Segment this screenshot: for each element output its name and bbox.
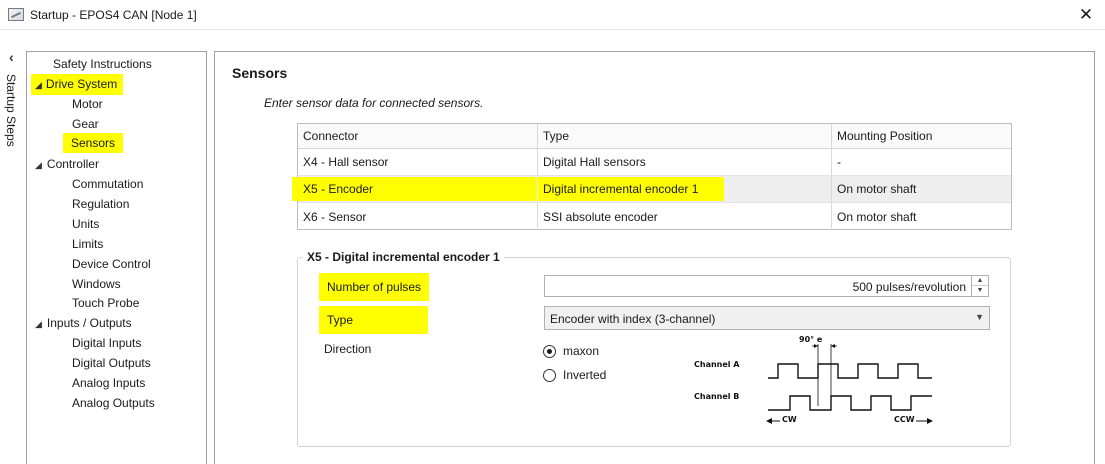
nav-item-commutation[interactable]: Commutation xyxy=(72,174,143,194)
nav-item-device-control[interactable]: Device Control xyxy=(72,254,151,274)
nav-item-label: Controller xyxy=(46,157,99,171)
number-of-pulses-input[interactable]: 500 pulses/revolution ▲ ▼ xyxy=(544,275,989,297)
nav-item-safety-instructions[interactable]: Safety Instructions xyxy=(53,54,152,74)
direction-maxon-label[interactable]: maxon xyxy=(563,344,599,358)
table-row[interactable]: X6 - Sensor SSI absolute encoder On moto… xyxy=(298,203,1011,230)
direction-inverted-radio[interactable] xyxy=(543,369,556,382)
nav-item-label: Limits xyxy=(72,237,104,251)
nav-item-label: Motor xyxy=(72,97,103,111)
expanded-arrow-icon[interactable]: ◢ xyxy=(35,80,42,90)
table-row[interactable]: X4 - Hall sensor Digital Hall sensors - xyxy=(298,149,1011,176)
app-icon xyxy=(8,8,24,21)
startup-steps-label[interactable]: Startup Steps xyxy=(4,74,18,147)
nav-item-gear[interactable]: Gear xyxy=(72,114,99,134)
encoder-settings-group: X5 - Digital incremental encoder 1 Numbe… xyxy=(297,250,1011,447)
cell-mounting: On motor shaft xyxy=(837,209,917,224)
nav-item-label: Gear xyxy=(72,117,99,131)
sensors-page: Sensors Enter sensor data for connected … xyxy=(214,51,1095,464)
nav-item-digital-inputs[interactable]: Digital Inputs xyxy=(72,333,141,353)
cell-type: Digital incremental encoder 1 xyxy=(538,176,832,202)
direction-maxon-radio[interactable] xyxy=(543,345,556,358)
nav-item-label: Drive System xyxy=(45,77,118,91)
nav-item-touch-probe[interactable]: Touch Probe xyxy=(72,293,139,313)
nav-item-digital-outputs[interactable]: Digital Outputs xyxy=(72,353,151,373)
page-subtitle: Enter sensor data for connected sensors. xyxy=(264,96,484,110)
nav-item-label: Units xyxy=(72,217,100,231)
window-title: Startup - EPOS4 CAN [Node 1] xyxy=(30,8,197,22)
nav-item-highlight: ◢ Drive System xyxy=(31,74,124,95)
expanded-arrow-icon[interactable]: ◢ xyxy=(35,160,42,170)
cell-type: Digital Hall sensors xyxy=(538,149,832,175)
pulses-value: 500 pulses/revolution xyxy=(852,280,966,294)
nav-item-drive-system[interactable]: ◢ Drive System xyxy=(31,74,124,95)
column-header-type[interactable]: Type xyxy=(538,124,832,148)
nav-item-windows[interactable]: Windows xyxy=(72,274,121,294)
nav-item-inputs-outputs[interactable]: ◢ Inputs / Outputs xyxy=(35,313,132,333)
nav-item-label: Sensors xyxy=(63,133,124,153)
nav-item-label: Safety Instructions xyxy=(53,57,152,71)
close-button[interactable]: ✕ xyxy=(1073,3,1099,27)
encoder-type-value: Encoder with index (3-channel) xyxy=(550,312,716,326)
cell-mounting: - xyxy=(837,155,841,169)
nav-item-label: Digital Inputs xyxy=(72,336,142,350)
direction-label: Direction xyxy=(324,342,372,356)
nav-item-controller[interactable]: ◢ Controller xyxy=(35,154,99,174)
nav-item-label: Analog Inputs xyxy=(72,376,146,390)
cell-connector: X5 - Encoder xyxy=(292,176,538,202)
pulses-stepper[interactable]: ▲ ▼ xyxy=(971,276,988,296)
nav-item-label: Touch Probe xyxy=(72,296,140,310)
encoder-type-select[interactable]: Encoder with index (3-channel) ▼ xyxy=(544,306,990,330)
title-bar: Startup - EPOS4 CAN [Node 1] ✕ xyxy=(0,0,1105,30)
encoder-waveform-graphic xyxy=(766,344,933,424)
direction-inverted-label[interactable]: Inverted xyxy=(563,368,606,382)
increment-arrow-icon[interactable]: ▲ xyxy=(972,276,988,286)
nav-item-label: Analog Outputs xyxy=(72,396,155,410)
nav-item-units[interactable]: Units xyxy=(72,214,99,234)
startup-steps-tree: Safety Instructions ◢ Drive System Motor … xyxy=(26,51,207,464)
nav-item-label: Device Control xyxy=(72,257,151,271)
nav-item-label: Windows xyxy=(72,277,121,291)
nav-item-analog-outputs[interactable]: Analog Outputs xyxy=(72,393,155,413)
nav-item-label: Commutation xyxy=(72,177,144,191)
type-label: Type xyxy=(319,306,428,334)
table-header: Connector Type Mounting Position xyxy=(298,124,1011,149)
decrement-arrow-icon[interactable]: ▼ xyxy=(972,286,988,296)
cell-type: SSI absolute encoder xyxy=(538,203,832,230)
table-row-selected[interactable]: X5 - Encoder Digital incremental encoder… xyxy=(292,176,1011,203)
number-of-pulses-label: Number of pulses xyxy=(319,273,430,301)
nav-item-label: Digital Outputs xyxy=(72,356,151,370)
chevron-down-icon[interactable]: ▼ xyxy=(975,312,984,322)
sensor-table: Connector Type Mounting Position X4 - Ha… xyxy=(292,123,1012,230)
collapse-chevron-icon[interactable]: ‹ xyxy=(9,50,14,64)
cell-mounting: On motor shaft xyxy=(837,182,917,196)
nav-item-limits[interactable]: Limits xyxy=(72,234,103,254)
nav-item-regulation[interactable]: Regulation xyxy=(72,194,129,214)
nav-item-label: Regulation xyxy=(72,197,130,211)
cell-connector: X4 - Hall sensor xyxy=(298,149,538,175)
cell-connector: X6 - Sensor xyxy=(298,203,538,230)
expanded-arrow-icon[interactable]: ◢ xyxy=(35,319,42,329)
column-header-mounting-position[interactable]: Mounting Position xyxy=(832,124,1011,148)
encoder-channel-diagram: 90° e Channel A Channel B CW CCW xyxy=(694,335,944,433)
nav-item-label: Inputs / Outputs xyxy=(46,316,132,330)
nav-item-analog-inputs[interactable]: Analog Inputs xyxy=(72,373,145,393)
nav-item-sensors[interactable]: Sensors xyxy=(63,133,124,153)
startup-steps-rail: ‹ Startup Steps xyxy=(0,30,26,464)
column-header-connector[interactable]: Connector xyxy=(298,124,538,148)
page-title: Sensors xyxy=(232,65,288,81)
group-title: X5 - Digital incremental encoder 1 xyxy=(303,250,504,264)
nav-item-motor[interactable]: Motor xyxy=(72,94,103,114)
